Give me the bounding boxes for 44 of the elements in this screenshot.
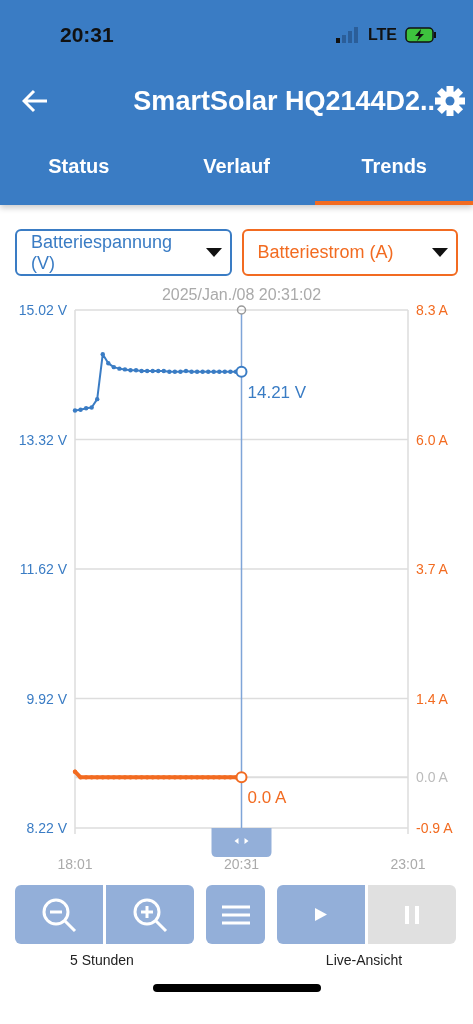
cursor-point xyxy=(235,771,248,784)
play-icon xyxy=(315,908,327,921)
settings-icon[interactable] xyxy=(435,86,465,116)
axis-label: 1.4 A xyxy=(416,690,448,707)
axis-label: 15.02 V xyxy=(18,302,67,318)
back-arrow-icon[interactable] xyxy=(22,89,48,113)
cursor-handle[interactable] xyxy=(236,305,247,315)
series-dropdown[interactable]: Batteriespannung (V) xyxy=(15,229,232,276)
tab[interactable]: Status xyxy=(0,132,158,205)
axis-label: 20:31 xyxy=(224,856,259,872)
axis-label: 13.32 V xyxy=(18,431,67,448)
dropdown-caret-icon xyxy=(205,248,222,257)
pause-icon xyxy=(405,905,419,924)
cursor-reading: 0.0 A xyxy=(247,788,287,808)
axis-label: 8.22 V xyxy=(26,820,67,836)
zoom-range-label: 5 Stunden xyxy=(70,952,134,968)
network-label: LTE xyxy=(367,26,397,44)
dropdown-caret-icon xyxy=(432,248,448,257)
menu-button[interactable] xyxy=(206,885,265,944)
axis-label: -0.9 A xyxy=(416,820,453,836)
live-view-label: Live-Ansicht xyxy=(325,952,403,968)
axis-label: 0.0 A xyxy=(416,769,448,786)
battery-charging-icon xyxy=(405,27,437,43)
axis-label: 18:01 xyxy=(57,856,93,872)
tab[interactable]: Verlauf xyxy=(157,132,316,205)
axis-label: 6.0 A xyxy=(416,431,448,448)
axis-label: 23:01 xyxy=(390,856,426,872)
axis-label: 8.3 A xyxy=(416,302,448,318)
device-title: SmartSolar HQ2144D2.. xyxy=(133,85,435,117)
tab[interactable]: Trends xyxy=(315,132,473,205)
timestamp: 2025/Jan./08 20:31:02 xyxy=(161,286,322,303)
series-dropdown[interactable]: Batteriestrom (A) xyxy=(241,229,458,276)
signal-icon xyxy=(335,27,360,43)
axis-label: 3.7 A xyxy=(416,561,448,577)
zoom-in-button[interactable] xyxy=(106,885,194,944)
status-time: 20:31 xyxy=(60,23,114,47)
zoom-out-button[interactable] xyxy=(15,885,103,944)
scroll-handle[interactable] xyxy=(211,828,272,857)
axis-label: 11.62 V xyxy=(19,561,67,577)
cursor-line[interactable] xyxy=(240,313,243,829)
axis-label: 9.92 V xyxy=(26,690,67,707)
menu-icon xyxy=(221,904,250,925)
cursor-reading: 14.21 V xyxy=(247,382,307,402)
play-button[interactable] xyxy=(277,885,365,944)
